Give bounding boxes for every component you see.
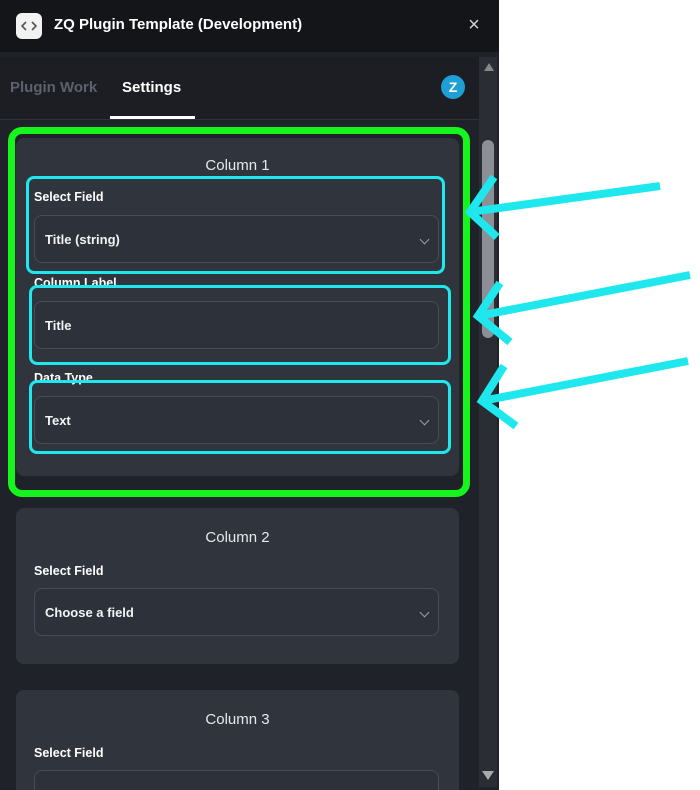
scroll-down-icon[interactable] [482,771,494,780]
column-label-value: Title [45,318,72,333]
settings-content: Column 1 Select Field Title (string) Col… [0,120,478,790]
chevron-down-icon [419,607,430,618]
column-title: Column 3 [205,711,270,728]
select-field-dropdown[interactable]: Title (string) [34,215,439,263]
active-tab-indicator [110,116,195,119]
select-field-value: Title (string) [45,232,120,247]
column-title: Column 1 [205,157,270,174]
plugin-window: ZQ Plugin Template (Development) × Plugi… [0,0,499,790]
data-type-value: Text [45,413,71,428]
scrollbar-thumb[interactable] [482,140,494,338]
chevron-down-icon [419,234,430,245]
scroll-up-icon[interactable] [484,63,494,71]
select-field-label: Select Field [34,190,104,204]
select-field-value: Choose a field [45,605,134,620]
column-label-input[interactable]: Title [34,301,439,349]
column-card: Column 3 Select Field [16,690,459,790]
chevron-down-icon [419,415,430,426]
tab-settings[interactable]: Settings [122,57,181,119]
data-type-label: Data Type [34,371,93,385]
select-field-dropdown[interactable]: Choose a field [34,588,439,636]
window-title: ZQ Plugin Template (Development) [54,16,303,33]
column-title: Column 2 [205,529,270,546]
tab-plugin-work[interactable]: Plugin Work [10,57,97,119]
select-field-dropdown[interactable] [34,770,439,790]
data-type-dropdown[interactable]: Text [34,396,439,444]
select-field-label: Select Field [34,564,104,578]
column-card: Column 2 Select Field Choose a field [16,508,459,664]
select-field-label: Select Field [34,746,104,760]
arrow-line [481,357,689,405]
code-icon [16,13,42,39]
column-label-label: Column Label [34,276,117,290]
tab-bar: Plugin Work Settings [0,57,488,120]
column-card: Column 1 Select Field Title (string) Col… [16,138,459,476]
close-icon[interactable]: × [464,14,484,36]
brand-logo-icon: Z [441,75,465,99]
title-bar: ZQ Plugin Template (Development) × [0,0,499,52]
arrow-line [477,271,691,320]
